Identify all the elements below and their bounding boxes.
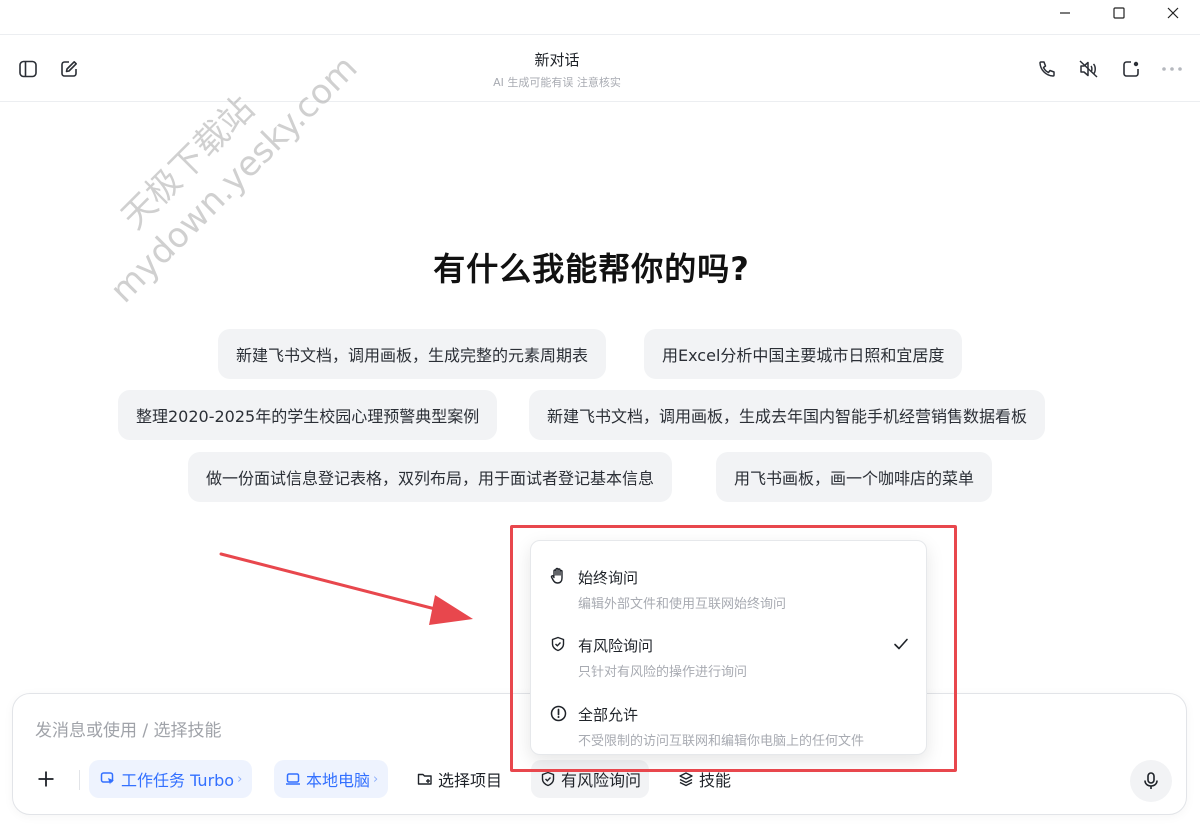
option-description: 只针对有风险的操作进行询问: [578, 665, 748, 680]
option-description: 不受限制的访问互联网和编辑你电脑上的任何文件: [578, 734, 865, 749]
phone-icon: [1039, 61, 1055, 77]
plus-icon: [38, 771, 54, 787]
task-mode-label: 工作任务 Turbo: [121, 771, 235, 790]
permission-menu: 始终询问 编辑外部文件和使用互联网始终询问 有风险询问 只针对有风险的操作进行询…: [530, 540, 927, 755]
voice-input-button[interactable]: [1130, 760, 1172, 802]
minimize-icon: [1060, 12, 1070, 14]
message-input[interactable]: 发消息或使用 / 选择技能: [35, 716, 222, 741]
suggestion-chip[interactable]: 做一份面试信息登记表格，双列布局，用于面试者登记基本信息: [188, 452, 673, 502]
option-title: 全部允许: [578, 706, 639, 724]
suggestion-chip[interactable]: 新建飞书文档，调用画板，生成完整的元素周期表: [218, 329, 607, 379]
chat-title: 新对话: [534, 51, 580, 69]
select-project-label: 选择项目: [438, 771, 503, 790]
task-mode-selector[interactable]: 工作任务 Turbo ›: [89, 760, 253, 798]
voice-call-button[interactable]: [1035, 57, 1059, 81]
chat-disclaimer: AI 生成可能有误 注意核实: [493, 76, 621, 89]
local-computer-label: 本地电脑: [306, 771, 371, 790]
alert-circle-icon: [549, 704, 567, 722]
toolbar-divider: [79, 770, 80, 790]
suggestion-chip[interactable]: 整理2020-2025年的学生校园心理预警典型案例: [118, 390, 498, 440]
option-description: 编辑外部文件和使用互联网始终询问: [578, 597, 787, 612]
welcome-heading: 有什么我能帮你的吗?: [433, 250, 750, 288]
permission-label: 有风险询问: [561, 771, 642, 790]
chevron-right-icon: ›: [237, 771, 243, 787]
annotation-arrow: [219, 552, 473, 625]
minimize-button[interactable]: [1038, 0, 1092, 26]
folder-plus-icon: [416, 770, 434, 788]
skills-button[interactable]: 技能: [669, 760, 739, 798]
suggestion-chip[interactable]: 用飞书画板，画一个咖啡店的菜单: [716, 452, 993, 502]
add-attachment-button[interactable]: [33, 760, 59, 798]
permission-option-always-ask[interactable]: 始终询问 编辑外部文件和使用互联网始终询问: [531, 549, 928, 612]
shield-check-icon: [549, 635, 567, 653]
mute-button[interactable]: [1077, 57, 1101, 81]
close-icon: [1167, 7, 1179, 19]
maximize-button[interactable]: [1092, 0, 1146, 26]
chevron-right-icon: ›: [373, 771, 379, 787]
shield-check-icon: [539, 770, 557, 788]
speaker-muted-icon: [1079, 60, 1098, 78]
new-window-button[interactable]: [1119, 57, 1143, 81]
layers-icon: [677, 770, 695, 788]
suggestion-chip[interactable]: 用Excel分析中国主要城市日照和宜居度: [644, 329, 963, 379]
more-icon: [1162, 67, 1182, 71]
window-controls: [1038, 0, 1200, 28]
permission-option-allow-all[interactable]: 全部允许 不受限制的访问互联网和编辑你电脑上的任何文件: [531, 686, 928, 749]
task-cursor-icon: [99, 770, 117, 788]
chat-header: 新对话 AI 生成可能有误 注意核实: [0, 34, 1200, 102]
option-title: 始终询问: [578, 569, 639, 587]
local-computer-selector[interactable]: 本地电脑 ›: [274, 760, 389, 798]
option-title: 有风险询问: [578, 637, 654, 655]
permission-option-risk-ask[interactable]: 有风险询问 只针对有风险的操作进行询问: [531, 617, 928, 680]
laptop-icon: [284, 770, 302, 788]
select-project-button[interactable]: 选择项目: [408, 760, 510, 798]
close-window-button[interactable]: [1146, 0, 1200, 26]
microphone-icon: [1144, 772, 1158, 789]
new-window-icon: [1123, 61, 1139, 77]
permission-selector[interactable]: 有风险询问: [531, 760, 650, 798]
maximize-icon: [1113, 7, 1125, 19]
skills-label: 技能: [699, 771, 732, 790]
hand-icon: [549, 567, 567, 585]
check-icon: [892, 635, 910, 653]
suggestion-chip[interactable]: 新建飞书文档，调用画板，生成去年国内智能手机经营销售数据看板: [529, 390, 1046, 440]
more-button[interactable]: [1160, 57, 1184, 81]
